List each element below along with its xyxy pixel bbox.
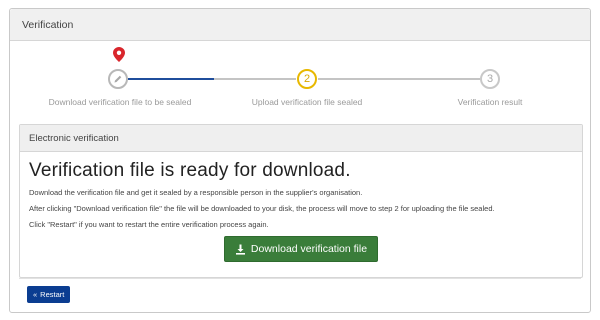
card-header: Verification: [10, 9, 590, 41]
download-icon: [235, 244, 245, 255]
footer-bar: « Restart: [19, 278, 581, 309]
step-1-circle: [108, 69, 128, 89]
download-verification-file-button[interactable]: Download verification file: [223, 236, 379, 263]
step-1-label: Download verification file to be sealed: [48, 97, 192, 107]
step-2-label: Upload verification file sealed: [251, 97, 363, 107]
instruction-paragraph-1: Download the verification file and get i…: [29, 188, 363, 197]
panel-header: Electronic verification: [20, 125, 582, 152]
download-button-wrap: Download verification file: [29, 236, 573, 263]
stepper: Download verification file to be sealed …: [10, 41, 590, 119]
step-3-circle: 3: [480, 69, 500, 89]
download-button-label: Download verification file: [250, 243, 368, 256]
ready-heading: Verification file is ready for download.: [29, 160, 351, 181]
step-3-number: 3: [486, 73, 494, 85]
card-title: Verification: [22, 18, 74, 31]
restart-button[interactable]: « Restart: [27, 285, 71, 303]
step-2-circle: 2: [297, 69, 317, 89]
double-chevron-left-icon: «: [33, 289, 38, 299]
pencil-icon: [114, 75, 122, 83]
map-pin-icon: [113, 47, 125, 62]
step-line-1-active: [128, 78, 214, 80]
instruction-paragraph-3: Click "Restart" if you want to restart t…: [29, 220, 269, 230]
electronic-verification-panel: Electronic verification Verification fil…: [19, 124, 583, 278]
panel-title: Electronic verification: [29, 132, 119, 144]
verification-card: Verification Download verification file …: [9, 8, 591, 313]
instruction-paragraph-2: After clicking "Download verification fi…: [29, 204, 495, 214]
restart-button-label: Restart: [40, 289, 65, 299]
panel-body: Verification file is ready for download.…: [20, 152, 582, 266]
step-2-number: 2: [303, 73, 311, 85]
step-line-1-rest: [214, 78, 296, 80]
step-3-label: Verification result: [457, 97, 523, 107]
step-line-2: [318, 78, 480, 80]
